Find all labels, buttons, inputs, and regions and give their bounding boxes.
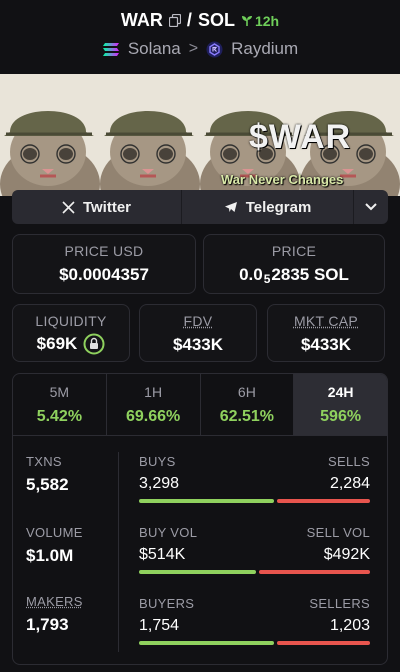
lock-icon[interactable] — [83, 333, 105, 355]
buyers-bar-fill — [139, 641, 274, 645]
fdv-label: FDV — [183, 313, 213, 329]
liquidity-value-row: $69K — [13, 333, 129, 355]
sell-vol-bar-fill — [259, 570, 370, 574]
telegram-label: Telegram — [245, 198, 312, 216]
volume-split-bar — [139, 570, 370, 574]
txns-label: TXNS — [26, 454, 62, 469]
makers-label: MAKERS — [26, 594, 83, 609]
more-links-button[interactable] — [354, 190, 388, 224]
x-logo-icon — [62, 200, 75, 214]
solana-icon — [102, 42, 119, 56]
price-native-label: PRICE — [271, 243, 317, 259]
buy-vol-bar-fill — [139, 570, 256, 574]
buys-bar-fill — [139, 499, 274, 503]
buy-vol-value: $514K — [139, 546, 186, 563]
chain-link[interactable]: Solana — [128, 39, 181, 59]
price-native-card: PRICE 0.052835 SOL — [203, 234, 385, 294]
tab-change: 62.51% — [219, 408, 274, 425]
makers-stat: MAKERS 1,793 — [26, 594, 83, 635]
tab-change: 69.66% — [125, 408, 181, 425]
base-symbol: WAR — [120, 10, 163, 30]
buyers-value: 1,754 — [139, 617, 180, 634]
sellers-bar-fill — [277, 641, 370, 645]
chevron-right-icon: > — [188, 40, 199, 57]
tab-label: 6H — [237, 384, 256, 400]
makers-value: 1,793 — [26, 615, 69, 634]
volume-split-stat: BUY VOL SELL VOL $514K $492K — [139, 525, 370, 574]
age-badge: 12h — [241, 13, 279, 29]
copy-icon[interactable] — [168, 14, 181, 27]
stats-panel: 5M 5.42% 1H 69.66% 6H 62.51% 24H 596% TX… — [12, 373, 388, 665]
price-native-digits: 2835 SOL — [271, 265, 349, 284]
seedling-icon — [241, 15, 252, 26]
price-native-prefix: 0.0 — [239, 265, 263, 284]
txns-stat: TXNS 5,582 — [26, 454, 69, 495]
telegram-icon — [224, 202, 237, 212]
twitter-label: Twitter — [82, 198, 132, 216]
sell-vol-label: SELL VOL — [306, 525, 370, 540]
liquidity-card: LIQUIDITY $69K — [12, 304, 130, 362]
timeframe-tabs: 5M 5.42% 1H 69.66% 6H 62.51% 24H 596% — [13, 374, 387, 436]
tab-5m[interactable]: 5M 5.42% — [13, 374, 107, 435]
buys-sells-stat: BUYS SELLS 3,298 2,284 — [139, 454, 370, 503]
market-cap-label: MKT CAP — [293, 313, 359, 329]
buyers-label: BUYERS — [139, 596, 195, 611]
tab-24h[interactable]: 24H 596% — [294, 374, 387, 435]
tab-1h[interactable]: 1H 69.66% — [107, 374, 201, 435]
social-links: Twitter Telegram — [12, 190, 388, 224]
sellers-value: 1,203 — [329, 617, 370, 634]
buyers-sellers-stat: BUYERS SELLERS 1,754 1,203 — [139, 596, 370, 645]
sells-value: 2,284 — [329, 475, 370, 492]
raydium-icon — [206, 41, 223, 57]
fdv-value: $433K — [172, 335, 224, 354]
market-cap-card: MKT CAP $433K — [267, 304, 385, 362]
buys-value: 3,298 — [139, 475, 180, 492]
sell-vol-value: $492K — [323, 546, 370, 563]
txns-value: 5,582 — [26, 475, 69, 494]
tab-6h[interactable]: 6H 62.51% — [201, 374, 295, 435]
price-usd-label: PRICE USD — [64, 243, 144, 259]
twitter-button[interactable]: Twitter — [12, 190, 182, 224]
sells-bar-fill — [277, 499, 370, 503]
price-native-zeros: 5 — [263, 272, 271, 286]
market-cap-value: $433K — [300, 335, 352, 354]
sells-label: SELLS — [328, 454, 370, 469]
buys-label: BUYS — [139, 454, 176, 469]
buy-vol-label: BUY VOL — [139, 525, 198, 540]
buyers-sellers-bar — [139, 641, 370, 645]
stats-divider — [118, 452, 119, 652]
fdv-card: FDV $433K — [139, 304, 257, 362]
pair-separator: / — [186, 10, 192, 30]
chevron-down-icon — [365, 203, 377, 211]
tab-label: 5M — [49, 384, 70, 400]
quote-symbol: SOL — [197, 10, 235, 30]
telegram-button[interactable]: Telegram — [182, 190, 354, 224]
pair-header: WAR / SOL 12h Solana > Raydium — [0, 0, 400, 74]
pair-title: WAR / SOL 12h — [0, 10, 400, 31]
volume-value: $1.0M — [26, 546, 74, 565]
dex-link[interactable]: Raydium — [231, 39, 298, 59]
banner-subtitle: War Never Changes — [221, 172, 344, 187]
volume-stat: VOLUME $1.0M — [26, 525, 83, 566]
liquidity-label: LIQUIDITY — [35, 313, 107, 329]
liquidity-value: $69K — [36, 334, 78, 353]
price-usd-value: $0.0004357 — [59, 265, 149, 284]
tab-label: 1H — [144, 384, 163, 400]
tab-change: 596% — [320, 408, 362, 425]
banner-title: $WAR — [249, 118, 352, 156]
price-usd-card: PRICE USD $0.0004357 — [12, 234, 196, 294]
chain-row: Solana > Raydium — [0, 39, 400, 59]
sellers-label: SELLERS — [309, 596, 370, 611]
volume-label: VOLUME — [26, 525, 83, 540]
price-native-value: 0.052835 SOL — [204, 265, 384, 286]
tab-label: 24H — [327, 384, 354, 400]
buys-sells-bar — [139, 499, 370, 503]
tab-change: 5.42% — [36, 408, 83, 425]
age-text: 12h — [254, 12, 280, 29]
